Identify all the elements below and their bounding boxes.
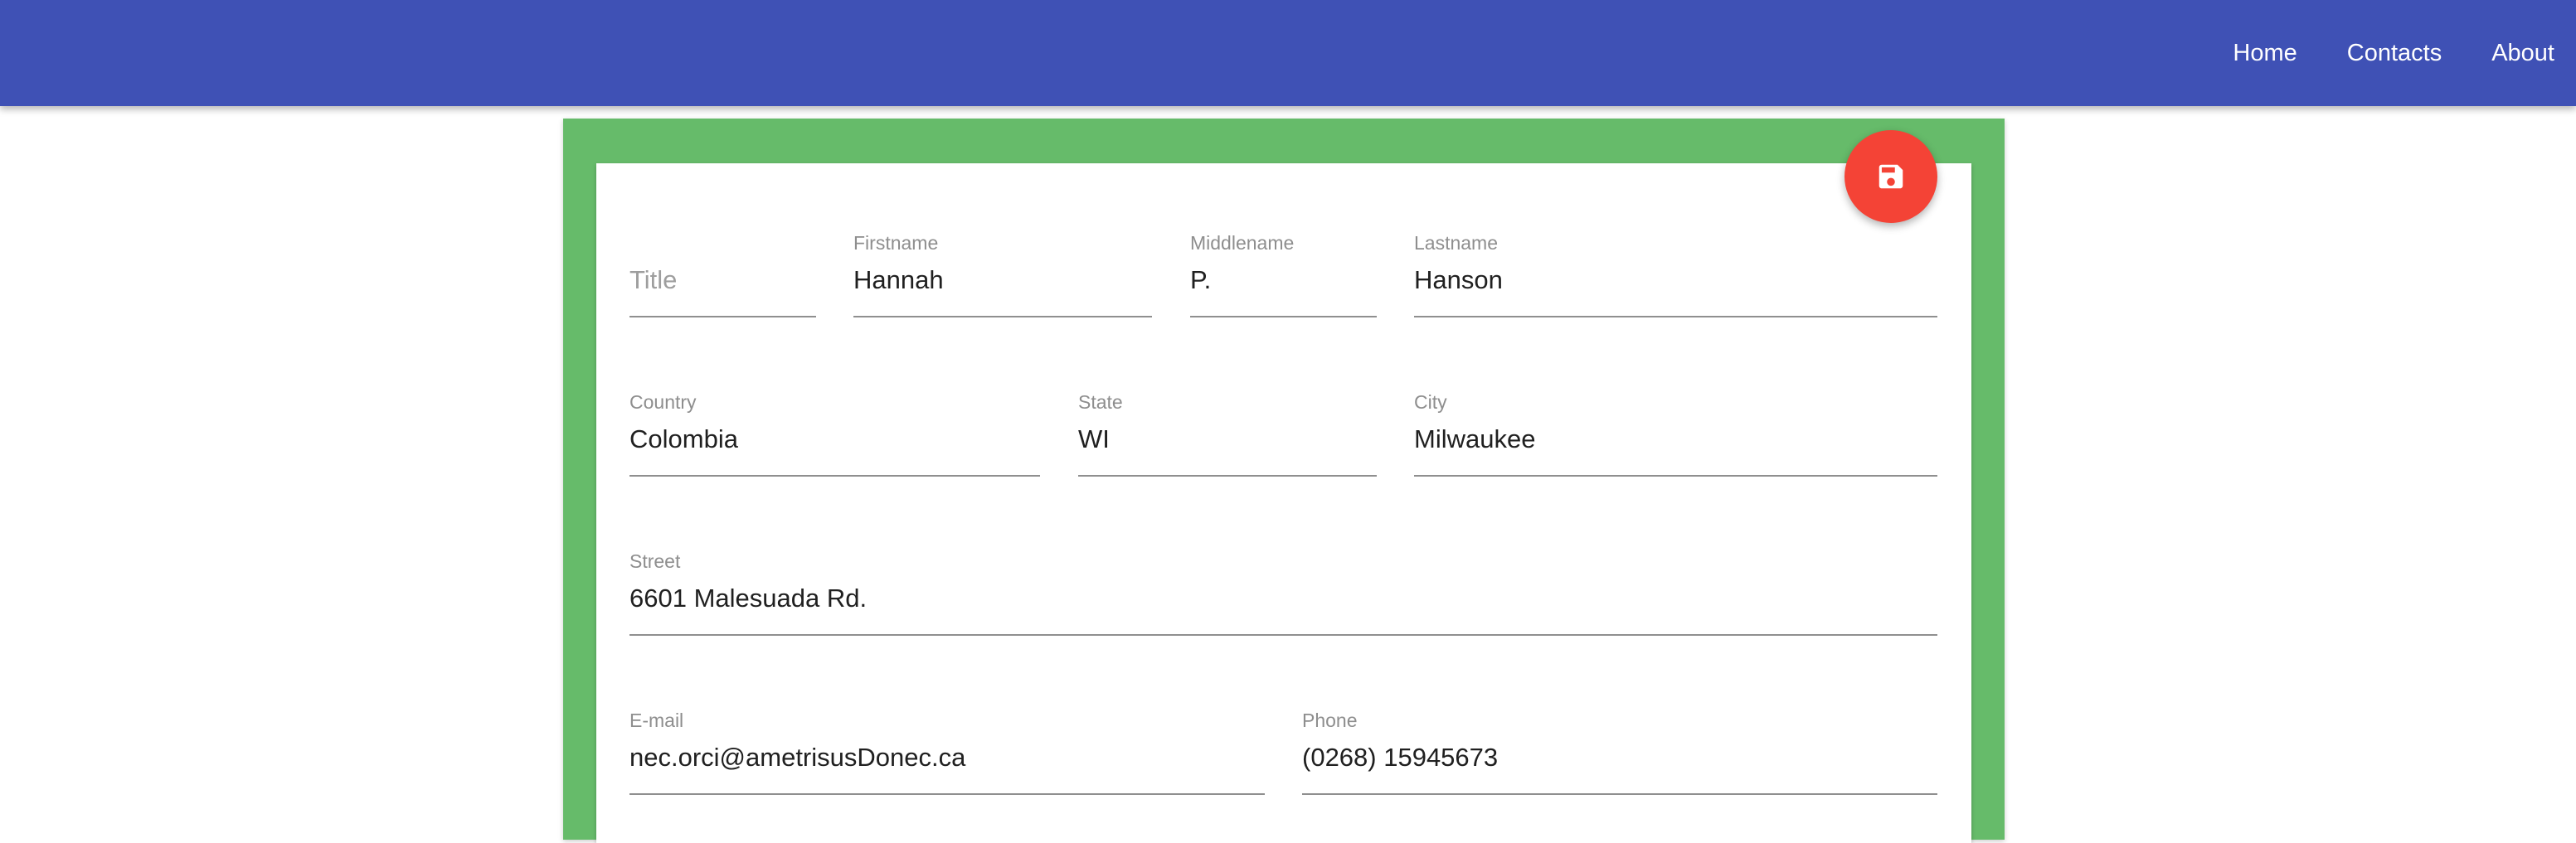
country-field: Country bbox=[629, 391, 1040, 482]
lastname-label: Lastname bbox=[1414, 232, 1499, 254]
lastname-underline bbox=[1414, 316, 1937, 317]
firstname-underline bbox=[853, 316, 1152, 317]
firstname-input[interactable] bbox=[853, 264, 1152, 297]
state-input[interactable] bbox=[1078, 423, 1377, 456]
street-label: Street bbox=[629, 550, 681, 572]
phone-label: Phone bbox=[1302, 710, 1358, 731]
country-underline bbox=[629, 475, 1040, 477]
middlename-input[interactable] bbox=[1190, 264, 1377, 297]
city-input[interactable] bbox=[1414, 423, 1937, 456]
nav-contacts-link[interactable]: Contacts bbox=[2322, 40, 2467, 67]
phone-underline bbox=[1302, 793, 1937, 795]
street-input[interactable] bbox=[629, 582, 1937, 615]
state-underline bbox=[1078, 475, 1377, 477]
email-label: E-mail bbox=[629, 710, 684, 731]
middlename-label: Middlename bbox=[1190, 232, 1295, 254]
nav-home-link[interactable]: Home bbox=[2208, 40, 2321, 67]
middlename-field: Middlename bbox=[1190, 232, 1377, 323]
floppy-disk-icon bbox=[1879, 164, 1903, 189]
lastname-field: Lastname bbox=[1414, 232, 1937, 323]
phone-field: Phone bbox=[1302, 710, 1937, 801]
street-underline bbox=[629, 634, 1937, 636]
title-input[interactable] bbox=[629, 264, 816, 297]
email-input[interactable] bbox=[629, 741, 1265, 774]
city-field: City bbox=[1414, 391, 1937, 482]
nav-links: Home Contacts About bbox=[2208, 0, 2576, 106]
save-button[interactable] bbox=[1845, 130, 1937, 223]
nav-about-link[interactable]: About bbox=[2467, 40, 2576, 67]
phone-input[interactable] bbox=[1302, 741, 1937, 774]
state-label: State bbox=[1078, 391, 1123, 413]
state-field: State bbox=[1078, 391, 1377, 482]
street-field: Street bbox=[629, 550, 1937, 642]
country-input[interactable] bbox=[629, 423, 1040, 456]
city-label: City bbox=[1414, 391, 1447, 413]
email-field: E-mail bbox=[629, 710, 1265, 801]
email-underline bbox=[629, 793, 1265, 795]
title-underline bbox=[629, 316, 816, 317]
lastname-input[interactable] bbox=[1414, 264, 1937, 297]
top-app-bar: Home Contacts About bbox=[0, 0, 2576, 106]
title-field bbox=[629, 232, 816, 323]
firstname-label: Firstname bbox=[853, 232, 939, 254]
firstname-field: Firstname bbox=[853, 232, 1152, 323]
country-label: Country bbox=[629, 391, 697, 413]
middlename-underline bbox=[1190, 316, 1377, 317]
city-underline bbox=[1414, 475, 1937, 477]
